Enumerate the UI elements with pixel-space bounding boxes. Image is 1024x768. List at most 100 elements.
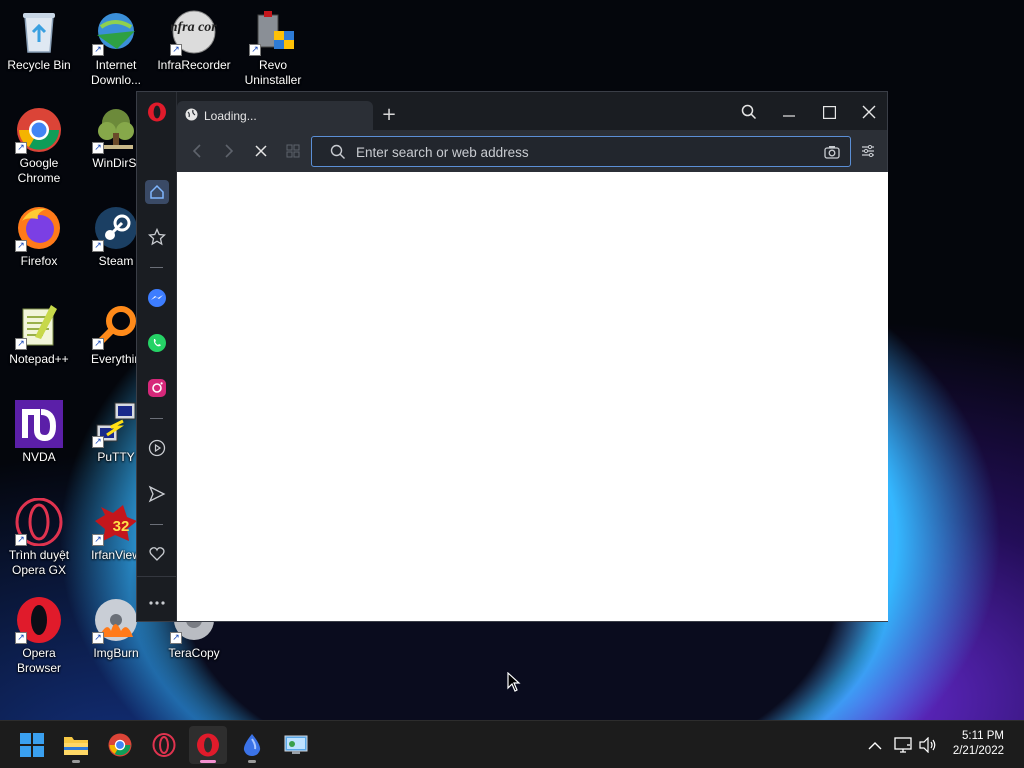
imgburn-icon: ↗ xyxy=(92,596,140,644)
volume-tray-button[interactable] xyxy=(918,735,938,755)
shortcut-arrow-icon: ↗ xyxy=(92,632,104,644)
clock-time: 5:11 PM xyxy=(962,730,1004,742)
stop-loading-button[interactable] xyxy=(251,141,271,161)
start-button[interactable] xyxy=(13,726,51,764)
nvda-icon xyxy=(15,400,63,448)
opera-icon xyxy=(197,733,219,757)
address-bar[interactable] xyxy=(311,136,851,167)
folder-icon xyxy=(64,737,88,755)
forward-arrow-icon xyxy=(225,144,234,158)
shortcut-arrow-icon: ↗ xyxy=(92,44,104,56)
taskbar-opera[interactable] xyxy=(189,726,227,764)
running-indicator xyxy=(248,760,256,763)
desktop-icon-firefox[interactable]: ↗ Firefox xyxy=(1,204,77,269)
opera-icon: ↗ xyxy=(15,596,63,644)
desktop-icon-opera-gx[interactable]: ↗ Trình duyệt Opera GX xyxy=(1,498,77,578)
network-icon xyxy=(894,737,912,753)
desktop-icon-google-chrome[interactable]: ↗ Google Chrome xyxy=(1,106,77,186)
speaker-icon xyxy=(919,737,936,753)
steam-icon: ↗ xyxy=(92,204,140,252)
bookmarks-star-icon[interactable] xyxy=(145,225,169,249)
sidebar-divider xyxy=(150,267,163,268)
messenger-icon[interactable] xyxy=(145,286,169,310)
back-button[interactable] xyxy=(187,141,207,161)
snapshot-camera-icon[interactable] xyxy=(824,144,840,163)
shortcut-arrow-icon: ↗ xyxy=(170,632,182,644)
easy-setup-button[interactable] xyxy=(858,141,878,161)
taskbar-file-explorer[interactable] xyxy=(57,726,95,764)
sidebar-more-icon[interactable] xyxy=(145,591,169,615)
taskbar-chrome[interactable] xyxy=(101,726,139,764)
running-indicator xyxy=(72,760,80,763)
chevron-up-icon xyxy=(868,741,882,749)
sidebar-divider xyxy=(150,524,163,525)
tab-strip: Loading... + xyxy=(177,92,887,130)
show-hidden-icons-button[interactable] xyxy=(865,735,885,755)
search-icon xyxy=(330,144,346,164)
new-tab-button[interactable]: + xyxy=(379,105,399,125)
stop-x-icon xyxy=(255,145,267,157)
minimize-button[interactable] xyxy=(774,98,804,126)
taskbar-opera-gx[interactable] xyxy=(145,726,183,764)
sidebar-divider xyxy=(150,418,163,419)
chrome-icon: ↗ xyxy=(15,106,63,154)
blue-drop-app-icon xyxy=(243,734,261,756)
page-content-area[interactable] xyxy=(177,172,888,621)
close-icon xyxy=(862,105,876,119)
taskbar: 5:11 PM 2/21/2022 xyxy=(0,720,1024,768)
network-tray-button[interactable] xyxy=(893,735,913,755)
active-indicator xyxy=(200,760,216,763)
pinboards-heart-icon[interactable] xyxy=(145,542,169,566)
browser-window: Loading... + xyxy=(136,91,888,622)
taskbar-clock[interactable]: 5:11 PM 2/21/2022 xyxy=(953,729,1004,759)
desktop-icon-recycle-bin[interactable]: Recycle Bin xyxy=(1,8,77,73)
shortcut-arrow-icon: ↗ xyxy=(92,534,104,546)
settings-sliders-icon xyxy=(862,145,874,157)
everything-search-icon: ↗ xyxy=(92,302,140,350)
sidebar-divider xyxy=(137,576,176,577)
windirstat-icon: ↗ xyxy=(92,106,140,154)
address-input[interactable] xyxy=(356,142,796,162)
shortcut-arrow-icon: ↗ xyxy=(15,534,27,546)
shortcut-arrow-icon: ↗ xyxy=(15,142,27,154)
shortcut-arrow-icon: ↗ xyxy=(92,436,104,448)
whatsapp-icon[interactable] xyxy=(145,331,169,355)
recycle-bin-icon xyxy=(15,8,63,56)
shortcut-arrow-icon: ↗ xyxy=(15,338,27,350)
svg-text:Infra cord: Infra cord xyxy=(171,20,217,35)
clock-date: 2/21/2022 xyxy=(952,745,1004,757)
instagram-icon[interactable] xyxy=(145,376,169,400)
infrarecorder-icon: Infra cord ↗ xyxy=(170,8,218,56)
opera-gx-icon xyxy=(152,733,176,757)
back-arrow-icon xyxy=(192,144,201,158)
tab-loading[interactable]: Loading... xyxy=(177,101,373,130)
tab-title: Loading... xyxy=(204,108,257,123)
desktop-icon-internet-download-manager[interactable]: ↗ Internet Downlo... xyxy=(78,8,154,88)
chrome-icon xyxy=(108,733,132,757)
speed-dial-home-icon[interactable] xyxy=(145,180,169,204)
firefox-icon: ↗ xyxy=(15,204,63,252)
desktop-icon-notepad-plus-plus[interactable]: ↗ Notepad++ xyxy=(1,302,77,367)
taskbar-control-panel[interactable] xyxy=(277,726,315,764)
forward-button[interactable] xyxy=(219,141,239,161)
minimize-icon xyxy=(783,115,795,117)
irfanview-icon: 32 ↗ xyxy=(92,498,140,546)
desktop-icon-infrarecorder[interactable]: Infra cord ↗ InfraRecorder xyxy=(156,8,232,73)
shortcut-arrow-icon: ↗ xyxy=(249,44,261,56)
taskbar-app-blue-drop[interactable] xyxy=(233,726,271,764)
search-tabs-button[interactable] xyxy=(734,98,764,126)
close-button[interactable] xyxy=(854,98,884,126)
address-bar-row xyxy=(177,130,887,172)
shortcut-arrow-icon: ↗ xyxy=(92,240,104,252)
tab-grid-button[interactable] xyxy=(283,141,303,161)
opera-gx-icon: ↗ xyxy=(15,498,63,546)
desktop-icon-opera-browser[interactable]: ↗ Opera Browser xyxy=(1,596,77,676)
send-flow-icon[interactable] xyxy=(145,482,169,506)
windows-start-icon xyxy=(20,733,44,757)
opera-menu-logo-icon[interactable] xyxy=(145,100,169,124)
desktop-icon-nvda[interactable]: NVDA xyxy=(1,400,77,465)
player-icon[interactable] xyxy=(145,436,169,460)
shortcut-arrow-icon: ↗ xyxy=(15,632,27,644)
maximize-button[interactable] xyxy=(814,98,844,126)
desktop-icon-revo-uninstaller[interactable]: ↗ Revo Uninstaller xyxy=(235,8,311,88)
